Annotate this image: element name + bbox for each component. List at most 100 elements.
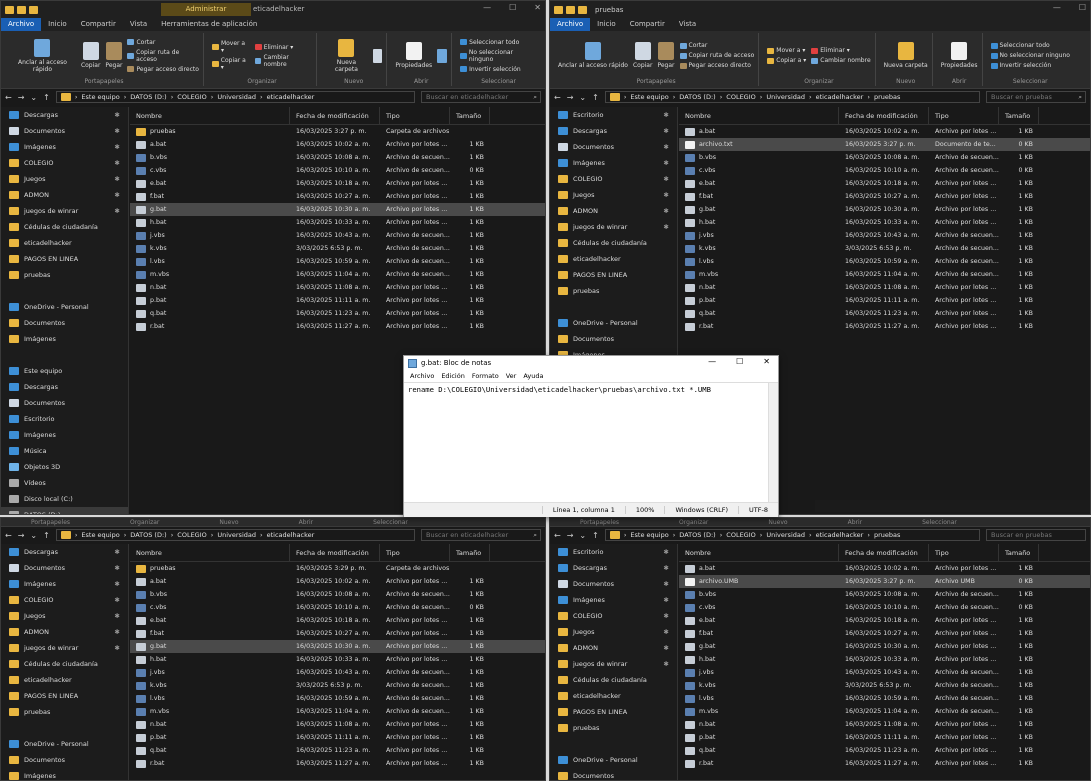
table-row[interactable]: m.vbs 16/03/2025 11:04 a. m. Archivo de se…: [130, 705, 545, 718]
nav-item[interactable]: Música: [1, 443, 128, 459]
table-row[interactable]: e.bat 16/03/2025 10:18 a. m. Archivo por l…: [130, 614, 545, 627]
header-type[interactable]: Tipo: [929, 107, 999, 124]
table-row[interactable]: f.bat 16/03/2025 10:27 a. m. Archivo por l…: [679, 627, 1090, 640]
cut-button[interactable]: Cortar: [679, 42, 755, 49]
pin-icon[interactable]: ✱: [115, 596, 120, 604]
table-row[interactable]: a.bat 16/03/2025 10:02 a. m. Archivo por l…: [130, 138, 545, 151]
new-item-icon[interactable]: [372, 48, 383, 63]
header-size[interactable]: Tamaño: [999, 544, 1039, 561]
nav-item[interactable]: ADMON ✱: [550, 203, 677, 219]
tab-administrar[interactable]: Administrar: [161, 3, 251, 16]
nav-item[interactable]: COLEGIO ✱: [550, 171, 677, 187]
nav-item[interactable]: Vídeos: [1, 475, 128, 491]
header-type[interactable]: Tipo: [929, 544, 999, 561]
nav-item[interactable]: pruebas: [1, 704, 128, 720]
nav-item[interactable]: Documentos ✱: [1, 123, 128, 139]
back-icon[interactable]: ←: [5, 531, 12, 540]
nav-item[interactable]: Escritorio ✱: [550, 107, 677, 123]
nav-item[interactable]: ADMON ✱: [1, 624, 128, 640]
table-row[interactable]: m.vbs 16/03/2025 11:04 a. m. Archivo de se…: [679, 705, 1090, 718]
pin-icon[interactable]: ✱: [115, 548, 120, 556]
table-row[interactable]: j.vbs 16/03/2025 10:43 a. m. Archivo de se…: [679, 229, 1090, 242]
nav-item[interactable]: Documentos ✱: [550, 139, 677, 155]
nav-item[interactable]: COLEGIO ✱: [1, 155, 128, 171]
nav-item[interactable]: Descargas ✱: [1, 107, 128, 123]
breadcrumb-item[interactable]: Universidad: [766, 531, 805, 539]
up-icon[interactable]: ↑: [43, 93, 50, 102]
table-row[interactable]: k.vbs 3/03/2025 6:53 p. m. Archivo de secu…: [130, 242, 545, 255]
back-icon[interactable]: ←: [554, 531, 561, 540]
table-row[interactable]: n.bat 16/03/2025 11:08 a. m. Archivo por l…: [130, 718, 545, 731]
maximize-icon[interactable]: ☐: [1079, 3, 1086, 12]
breadcrumb-item[interactable]: pruebas: [874, 93, 900, 101]
breadcrumb-item[interactable]: Universidad: [217, 93, 256, 101]
nav-item[interactable]: Descargas ✱: [550, 123, 677, 139]
tab-inicio[interactable]: Inicio: [41, 18, 74, 31]
back-icon[interactable]: ←: [5, 93, 12, 102]
notepad-menu-item[interactable]: Edición: [441, 372, 465, 380]
forward-icon[interactable]: →: [18, 531, 25, 540]
nav-item[interactable]: Objetos 3D: [1, 459, 128, 475]
close-icon[interactable]: ✕: [763, 357, 770, 366]
nav-item[interactable]: PAGOS EN LINEA: [1, 688, 128, 704]
pin-icon[interactable]: ✱: [664, 191, 669, 199]
close-icon[interactable]: ✕: [534, 3, 541, 12]
nav-item[interactable]: PAGOS EN LINEA: [1, 251, 128, 267]
nav-item[interactable]: Documentos: [1, 315, 128, 331]
table-row[interactable]: p.bat 16/03/2025 11:11 a. m. Archivo por l…: [679, 731, 1090, 744]
nav-item[interactable]: OneDrive - Personal: [1, 299, 128, 315]
pin-icon[interactable]: ✱: [664, 207, 669, 215]
nav-item[interactable]: Disco local (C:): [1, 491, 128, 507]
breadcrumb-item[interactable]: Universidad: [217, 531, 256, 539]
delete-button[interactable]: Eliminar ▾: [254, 44, 312, 51]
breadcrumb-item[interactable]: Este equipo: [630, 93, 668, 101]
nav-item[interactable]: juegos de winrar ✱: [1, 203, 128, 219]
pin-icon[interactable]: ✱: [664, 612, 669, 620]
table-row[interactable]: e.bat 16/03/2025 10:18 a. m. Archivo por l…: [679, 614, 1090, 627]
nav-item[interactable]: Escritorio: [1, 411, 128, 427]
paste-shortcut-button[interactable]: Pegar acceso directo: [679, 62, 755, 69]
nav-item[interactable]: Documentos ✱: [1, 560, 128, 576]
notepad-menu-item[interactable]: Formato: [472, 372, 499, 380]
nav-item[interactable]: Descargas ✱: [1, 544, 128, 560]
nav-item[interactable]: PAGOS EN LINEA: [550, 704, 677, 720]
table-row[interactable]: p.bat 16/03/2025 11:11 a. m. Archivo por l…: [130, 294, 545, 307]
table-row[interactable]: l.vbs 16/03/2025 10:59 a. m. Archivo de se…: [679, 255, 1090, 268]
header-date[interactable]: Fecha de modificación: [839, 544, 929, 561]
table-row[interactable]: l.vbs 16/03/2025 10:59 a. m. Archivo de se…: [679, 692, 1090, 705]
pin-icon[interactable]: ✱: [664, 223, 669, 231]
breadcrumb-item[interactable]: eticadelhacker: [267, 93, 315, 101]
recent-icon[interactable]: ⌄: [30, 531, 37, 540]
nav-item[interactable]: Documentos: [1, 395, 128, 411]
save-icon[interactable]: [17, 5, 26, 14]
up-icon[interactable]: ↑: [592, 93, 599, 102]
nav-item[interactable]: Documentos ✱: [550, 576, 677, 592]
pin-icon[interactable]: ✱: [115, 191, 120, 199]
search-input[interactable]: Buscar en pruebas ⌕: [986, 91, 1086, 103]
copy-to-button[interactable]: Copiar a ▾: [767, 57, 806, 64]
up-icon[interactable]: ↑: [592, 531, 599, 540]
paste-shortcut-button[interactable]: Pegar acceso directo: [127, 66, 199, 73]
pin-icon[interactable]: ✱: [664, 548, 669, 556]
table-row[interactable]: m.vbs 16/03/2025 11:04 a. m. Archivo de se…: [679, 268, 1090, 281]
table-row[interactable]: p.bat 16/03/2025 11:11 a. m. Archivo por l…: [679, 294, 1090, 307]
nav-item[interactable]: OneDrive - Personal: [550, 315, 677, 331]
table-row[interactable]: n.bat 16/03/2025 11:08 a. m. Archivo por l…: [679, 718, 1090, 731]
table-row[interactable]: j.vbs 16/03/2025 10:43 a. m. Archivo de se…: [130, 229, 545, 242]
table-row[interactable]: a.bat 16/03/2025 10:02 a. m. Archivo por l…: [679, 125, 1090, 138]
back-icon[interactable]: ←: [554, 93, 561, 102]
table-row[interactable]: b.vbs 16/03/2025 10:08 a. m. Archivo de se…: [679, 151, 1090, 164]
nav-item[interactable]: Juegos ✱: [550, 187, 677, 203]
table-row[interactable]: archivo.UMB 16/03/2025 3:27 p. m. Archivo …: [679, 575, 1090, 588]
table-row[interactable]: a.bat 16/03/2025 10:02 a. m. Archivo por l…: [679, 562, 1090, 575]
tab-compartir[interactable]: Compartir: [74, 18, 123, 31]
folder-icon[interactable]: [29, 5, 38, 14]
delete-button[interactable]: Eliminar ▾: [811, 47, 870, 54]
forward-icon[interactable]: →: [567, 531, 574, 540]
breadcrumb-item[interactable]: DATOS (D:): [679, 531, 715, 539]
nav-item[interactable]: ADMON ✱: [550, 640, 677, 656]
nav-item[interactable]: Descargas ✱: [550, 560, 677, 576]
nav-item[interactable]: pruebas: [550, 283, 677, 299]
breadcrumb-item[interactable]: COLEGIO: [177, 531, 206, 539]
breadcrumb-item[interactable]: DATOS (D:): [130, 531, 166, 539]
